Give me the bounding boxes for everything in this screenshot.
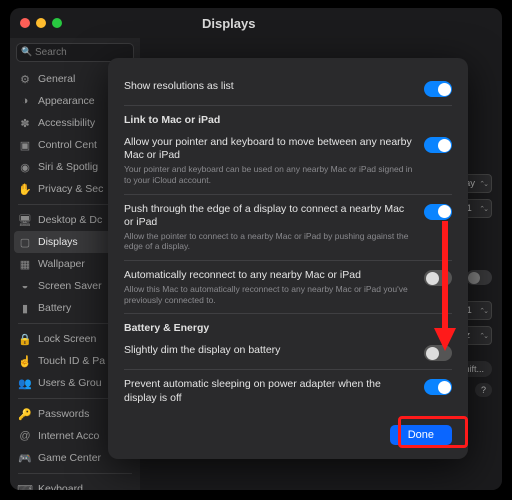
sidebar-item-label: Lock Screen <box>38 333 96 345</box>
section-battery: Battery & Energy <box>124 322 452 334</box>
allow-pointer-sub: Your pointer and keyboard can be used on… <box>124 164 414 185</box>
sidebar-icon: ◒ <box>18 279 32 293</box>
sidebar-icon: ✋ <box>18 182 32 196</box>
sidebar-item-label: Internet Acco <box>38 430 99 442</box>
sidebar-icon: 👥 <box>18 376 32 390</box>
sidebar-icon: ☝ <box>18 354 32 368</box>
sidebar-item-label: Users & Grou <box>38 377 102 389</box>
sidebar-icon: 🖥 <box>18 213 32 227</box>
auto-reconnect-label: Automatically reconnect to any nearby Ma… <box>124 269 414 282</box>
sidebar-item-label: Keyboard <box>38 483 83 490</box>
sidebar-item-label: Touch ID & Pa <box>38 355 105 367</box>
allow-pointer-toggle[interactable] <box>424 137 452 153</box>
sidebar-icon: ⚙ <box>18 72 32 86</box>
sidebar-item-label: Screen Saver <box>38 280 102 292</box>
done-button[interactable]: Done <box>390 425 452 445</box>
unknown-toggle[interactable] <box>466 270 492 285</box>
auto-reconnect-sub: Allow this Mac to automatically reconnec… <box>124 284 414 305</box>
sidebar-icon: ◉ <box>18 160 32 174</box>
sidebar-icon: 🎮 <box>18 451 32 465</box>
sidebar-item-label: Desktop & Dc <box>38 214 102 226</box>
prevent-sleep-label: Prevent automatic sleeping on power adap… <box>124 378 414 404</box>
push-edge-label: Push through the edge of a display to co… <box>124 203 414 229</box>
sidebar-icon: ▣ <box>18 138 32 152</box>
sidebar-icon: ⌨ <box>18 482 32 490</box>
sidebar-item-label: Game Center <box>38 452 101 464</box>
sidebar-item-label: Wallpaper <box>38 258 85 270</box>
sidebar-item-label: Accessibility <box>38 117 95 129</box>
advanced-options-modal: Show resolutions as list Link to Mac or … <box>108 58 468 459</box>
sidebar-icon: ▢ <box>18 235 32 249</box>
dim-battery-toggle[interactable] <box>424 345 452 361</box>
show-resolutions-toggle[interactable] <box>424 81 452 97</box>
zoom-icon[interactable] <box>52 18 62 28</box>
titlebar: Displays <box>10 8 502 38</box>
push-edge-sub: Allow the pointer to connect to a nearby… <box>124 231 414 252</box>
sidebar-item-label: Passwords <box>38 408 89 420</box>
prevent-sleep-toggle[interactable] <box>424 379 452 395</box>
sidebar-item-label: Control Cent <box>38 139 97 151</box>
sidebar-icon: ▦ <box>18 257 32 271</box>
traffic-lights <box>20 18 62 28</box>
sidebar-item-label: Displays <box>38 236 78 248</box>
sidebar-icon: 🔒 <box>18 332 32 346</box>
sidebar-icon: 🔑 <box>18 407 32 421</box>
sidebar-icon: ✽ <box>18 116 32 130</box>
help-icon[interactable]: ? <box>475 383 492 397</box>
sidebar-item-label: Appearance <box>38 95 95 107</box>
sidebar-icon: ◑ <box>18 94 32 108</box>
auto-reconnect-toggle[interactable] <box>424 270 452 286</box>
dim-battery-label: Slightly dim the display on battery <box>124 344 414 357</box>
sidebar-item-label: Battery <box>38 302 71 314</box>
push-edge-toggle[interactable] <box>424 204 452 220</box>
search-icon: 🔍 <box>21 47 32 58</box>
sidebar-icon: ▮ <box>18 301 32 315</box>
section-link: Link to Mac or iPad <box>124 114 452 126</box>
close-icon[interactable] <box>20 18 30 28</box>
sidebar-item-label: Siri & Spotlig <box>38 161 98 173</box>
show-resolutions-label: Show resolutions as list <box>124 80 414 93</box>
sidebar-item-label: Privacy & Sec <box>38 183 103 195</box>
sidebar-icon: @ <box>18 429 32 443</box>
minimize-icon[interactable] <box>36 18 46 28</box>
sidebar-item-keyboard[interactable]: ⌨ Keyboard <box>10 478 140 490</box>
allow-pointer-label: Allow your pointer and keyboard to move … <box>124 136 414 162</box>
window-title: Displays <box>202 16 255 31</box>
sidebar-item-label: General <box>38 73 75 85</box>
